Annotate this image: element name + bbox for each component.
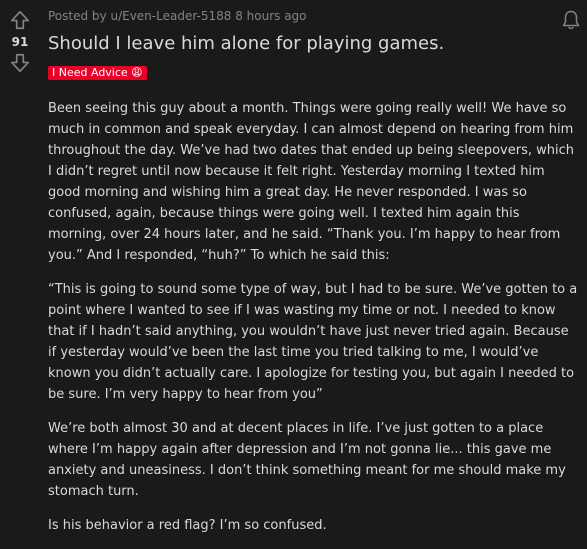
body-paragraph: We’re both almost 30 and at decent place… <box>48 421 566 499</box>
post-meta: Posted by u/Even-Leader-5188 8 hours ago <box>48 8 307 24</box>
vote-score: 91 <box>11 35 29 49</box>
bell-icon[interactable] <box>561 9 581 31</box>
meta-prefix: Posted by <box>48 9 107 23</box>
author-link[interactable]: u/Even-Leader-5188 <box>110 9 231 23</box>
upvote-arrow-icon[interactable] <box>9 9 31 31</box>
post-flair[interactable]: I Need Advice 😩 <box>48 66 147 80</box>
post-title[interactable]: Should I leave him alone for playing gam… <box>48 31 444 57</box>
body-paragraph: “This is going to sound some type of way… <box>48 282 578 402</box>
downvote-arrow-icon[interactable] <box>9 52 31 74</box>
vote-column: 91 <box>0 0 40 544</box>
post-body: Been seeing this guy about a month. Thin… <box>48 98 580 549</box>
post-time: 8 hours ago <box>235 9 307 23</box>
body-paragraph: Been seeing this guy about a month. Thin… <box>48 101 575 263</box>
body-paragraph: Is his behavior a red flag? I’m so confu… <box>48 518 327 533</box>
